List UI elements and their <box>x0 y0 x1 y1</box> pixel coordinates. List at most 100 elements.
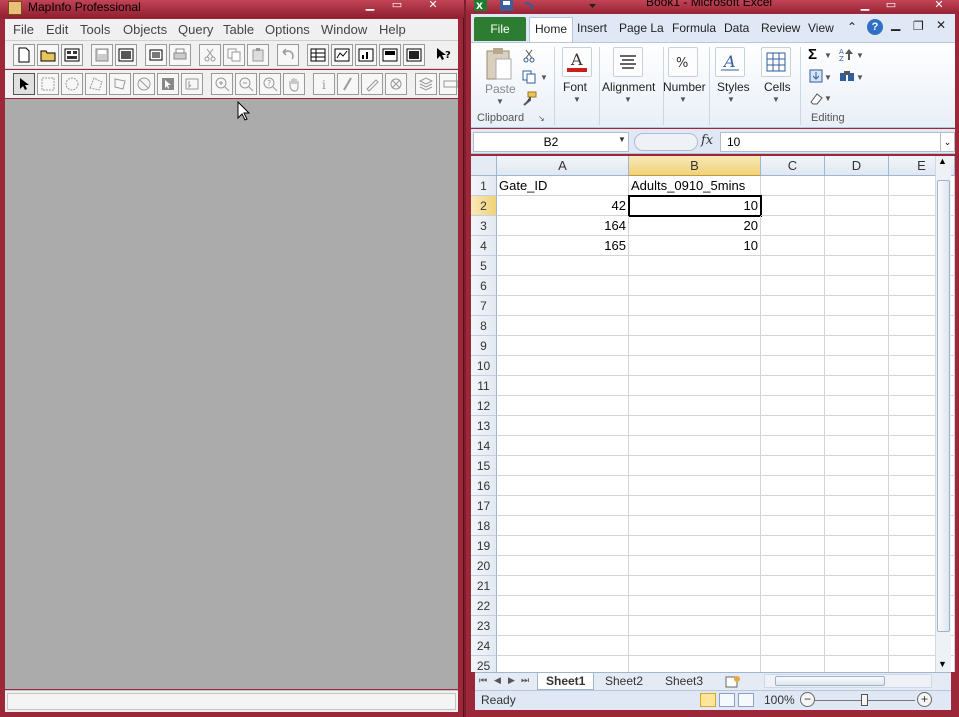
cell-c19[interactable] <box>761 536 825 556</box>
row-header[interactable]: 19 <box>471 536 497 556</box>
cell-c11[interactable] <box>761 376 825 396</box>
tab-view[interactable]: View <box>808 21 834 35</box>
cell-b13[interactable] <box>629 416 761 436</box>
cell-a13[interactable] <box>497 416 629 436</box>
cell-d4[interactable] <box>825 236 889 256</box>
autosum-dropdown-icon[interactable]: ▼ <box>824 51 832 60</box>
select-all-corner[interactable] <box>471 156 497 176</box>
expand-formula-bar-icon[interactable]: ⌄ <box>940 132 955 152</box>
insert-function-icon[interactable]: fx <box>701 133 713 148</box>
select-arrow-icon[interactable] <box>13 73 35 95</box>
row-header[interactable]: 20 <box>471 556 497 576</box>
cell-c3[interactable] <box>761 216 825 236</box>
cells-button[interactable] <box>761 47 791 77</box>
menu-options[interactable]: Options <box>265 22 310 38</box>
cell-b25[interactable] <box>629 656 761 672</box>
cell-a23[interactable] <box>497 616 629 636</box>
cell-b5[interactable] <box>629 256 761 276</box>
page-break-view-icon[interactable] <box>738 693 754 707</box>
paste-label[interactable]: Paste <box>485 82 516 96</box>
cell-d19[interactable] <box>825 536 889 556</box>
cell-b6[interactable] <box>629 276 761 296</box>
cell-c12[interactable] <box>761 396 825 416</box>
open-workspace-icon[interactable] <box>61 44 83 66</box>
cell-d23[interactable] <box>825 616 889 636</box>
name-box[interactable]: B2 <box>473 132 629 152</box>
paste-dropdown-icon[interactable]: ▼ <box>496 97 504 106</box>
cell-d10[interactable] <box>825 356 889 376</box>
clear-dropdown-icon[interactable]: ▼ <box>824 94 832 103</box>
cell-c23[interactable] <box>761 616 825 636</box>
cell-d1[interactable] <box>825 176 889 196</box>
styles-label[interactable]: Styles <box>717 80 750 94</box>
row-header[interactable]: 22 <box>471 596 497 616</box>
cell-b19[interactable] <box>629 536 761 556</box>
cell-d14[interactable] <box>825 436 889 456</box>
cell-a16[interactable] <box>497 476 629 496</box>
cell-b11[interactable] <box>629 376 761 396</box>
sort-dropdown-icon[interactable]: ▼ <box>856 51 864 60</box>
row-header[interactable]: 4 <box>471 236 497 256</box>
row-header[interactable]: 16 <box>471 476 497 496</box>
new-browser-icon[interactable] <box>307 44 329 66</box>
font-label[interactable]: Font <box>563 80 587 94</box>
tab-insert[interactable]: Insert <box>577 21 607 35</box>
ruler-icon[interactable] <box>439 73 458 95</box>
column-header-c[interactable]: C <box>761 156 825 176</box>
minimize-ribbon-icon[interactable]: ⌃ <box>847 20 857 34</box>
cell-a3[interactable]: 164 <box>497 216 629 236</box>
zoom-out-icon[interactable] <box>235 73 257 95</box>
cell-a12[interactable] <box>497 396 629 416</box>
close-icon[interactable]: ✕ <box>420 0 446 12</box>
cells-dropdown-icon[interactable]: ▼ <box>772 95 780 104</box>
cell-a5[interactable] <box>497 256 629 276</box>
cell-b15[interactable] <box>629 456 761 476</box>
mapinfo-titlebar[interactable]: MapInfo Professional ▁ ▭ ✕ <box>0 0 464 18</box>
row-header[interactable]: 7 <box>471 296 497 316</box>
open-folder-icon[interactable] <box>37 44 59 66</box>
row-header[interactable]: 24 <box>471 636 497 656</box>
hotlink-icon[interactable] <box>337 73 359 95</box>
boundary-select-icon[interactable] <box>109 73 131 95</box>
cell-d5[interactable] <box>825 256 889 276</box>
new-table-icon[interactable] <box>13 44 35 66</box>
cell-c22[interactable] <box>761 596 825 616</box>
vertical-scrollbar[interactable]: ▲ ▼ <box>935 156 951 672</box>
menu-file[interactable]: File <box>13 22 34 38</box>
cell-c5[interactable] <box>761 256 825 276</box>
zoom-in-icon[interactable] <box>211 73 233 95</box>
worksheet-grid[interactable]: A B C D E 1 Gate_ID Adults_0910_5mins 2 42 10… <box>471 156 955 672</box>
zoom-slider-thumb[interactable] <box>861 694 868 706</box>
clipboard-launcher-icon[interactable]: ↘ <box>538 114 545 123</box>
last-sheet-icon[interactable]: ⏭ <box>521 675 529 686</box>
cell-d3[interactable] <box>825 216 889 236</box>
next-sheet-icon[interactable]: ▶ <box>508 675 515 686</box>
menu-tools[interactable]: Tools <box>80 22 110 38</box>
tab-file[interactable]: File <box>474 17 526 41</box>
page-layout-view-icon[interactable] <box>719 693 735 707</box>
row-header[interactable]: 10 <box>471 356 497 376</box>
excel-maximize-icon[interactable]: ▭ <box>878 0 904 12</box>
quick-save-icon[interactable] <box>500 0 513 11</box>
copy-dropdown-icon[interactable]: ▼ <box>540 73 548 82</box>
cell-c2[interactable] <box>761 196 825 216</box>
number-label[interactable]: Number <box>663 80 706 94</box>
sort-filter-icon[interactable]: AZ <box>839 46 855 62</box>
cell-c20[interactable] <box>761 556 825 576</box>
workbook-minimize-icon[interactable]: ▁ <box>891 17 900 31</box>
cell-b21[interactable] <box>629 576 761 596</box>
menu-table[interactable]: Table <box>223 22 254 38</box>
fill-icon[interactable] <box>808 68 824 84</box>
marquee-select-icon[interactable] <box>37 73 59 95</box>
row-header[interactable]: 3 <box>471 216 497 236</box>
cell-c24[interactable] <box>761 636 825 656</box>
print-icon[interactable] <box>169 44 191 66</box>
cell-c15[interactable] <box>761 456 825 476</box>
cell-d9[interactable] <box>825 336 889 356</box>
workbook-restore-icon[interactable]: ❐ <box>913 19 924 33</box>
cell-b2[interactable]: 10 <box>628 195 762 217</box>
sheet-tab-1[interactable]: Sheet1 <box>537 673 595 690</box>
row-header[interactable]: 11 <box>471 376 497 396</box>
find-select-icon[interactable] <box>839 68 855 84</box>
cell-a6[interactable] <box>497 276 629 296</box>
